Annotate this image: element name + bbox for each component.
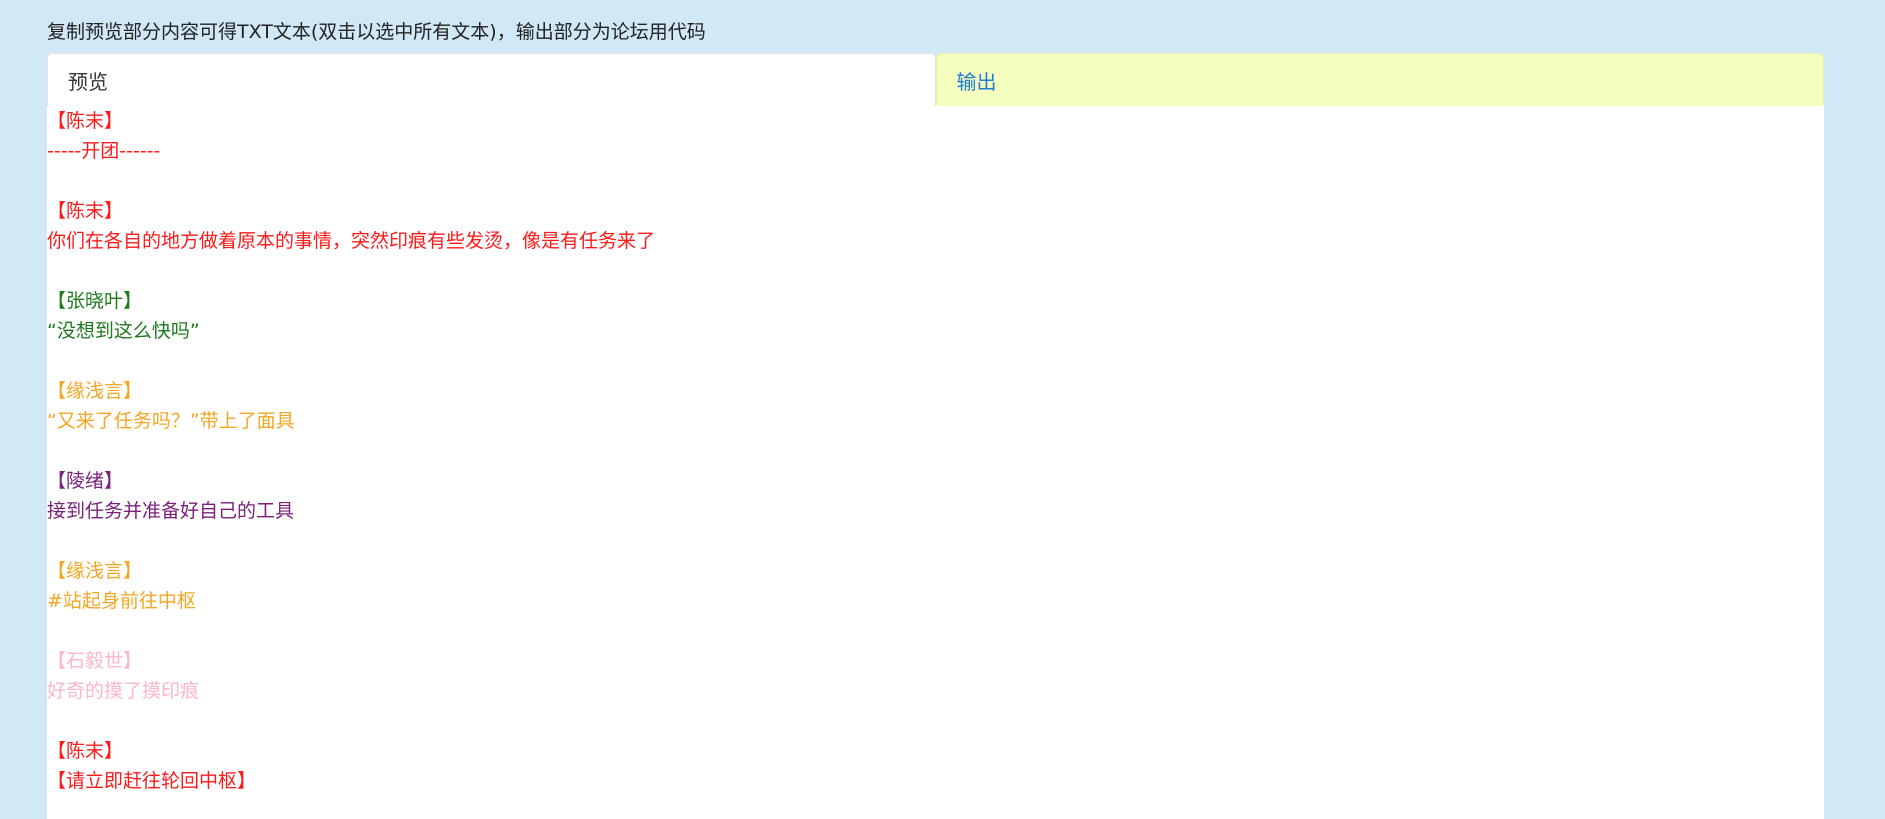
log-line: 接到任务并准备好自己的工具 bbox=[47, 500, 295, 522]
log-line: -----开团------ bbox=[47, 140, 161, 162]
instruction-text: 复制预览部分内容可得TXT文本(双击以选中所有文本)，输出部分为论坛用代码 bbox=[47, 21, 706, 43]
log-entry: 【缘浅言】 “又来了任务吗？”带上了面具 bbox=[47, 376, 1824, 436]
log-entry: 【张晓叶】 “没想到这么快吗” bbox=[47, 286, 1824, 346]
log-entry: 【缘浅言】 #站起身前往中枢 bbox=[47, 556, 1824, 616]
log-line: 【请立即赶往轮回中枢】 bbox=[47, 770, 257, 792]
log-entry: 【陈末】你们在各自的地方做着原本的事情，突然印痕有些发烫，像是有任务来了 bbox=[47, 196, 1824, 256]
log-line: 好奇的摸了摸印痕 bbox=[47, 680, 200, 702]
speaker-name: 【陈末】 bbox=[47, 110, 124, 132]
tab-output[interactable]: 输出 bbox=[935, 53, 1824, 106]
log-line: “没想到这么快吗” bbox=[47, 320, 200, 342]
speaker-name: 【缘浅言】 bbox=[47, 380, 143, 402]
log-line: 你们在各自的地方做着原本的事情，突然印痕有些发烫，像是有任务来了 bbox=[47, 230, 656, 252]
log-line: “又来了任务吗？”带上了面具 bbox=[47, 410, 295, 432]
log-entry: 【陈末】【请立即赶往轮回中枢】 bbox=[47, 736, 1824, 796]
tab-bar: 预览 输出 bbox=[47, 53, 1824, 106]
speaker-name: 【石毅世】 bbox=[47, 650, 143, 672]
log-entry: 【陵绪】接到任务并准备好自己的工具 bbox=[47, 466, 1824, 526]
speaker-name: 【张晓叶】 bbox=[47, 290, 143, 312]
tab-preview[interactable]: 预览 bbox=[47, 53, 936, 106]
speaker-name: 【陈末】 bbox=[47, 740, 124, 762]
log-entry: 【陈末】 -----开团------ bbox=[47, 106, 1824, 166]
speaker-name: 【陈末】 bbox=[47, 200, 124, 222]
preview-content[interactable]: 【陈末】 -----开团------ 【陈末】 你们在各自的地方做着原本的事情，突然印… bbox=[47, 106, 1824, 819]
speaker-name: 【陵绪】 bbox=[47, 470, 124, 492]
log-entry: 【石毅世】好奇的摸了摸印痕 bbox=[47, 646, 1824, 706]
preview-output-panel: 预览 输出 【陈末】 -----开团------ 【陈末】 你们在各自的地方做着原本的… bbox=[47, 53, 1824, 819]
speaker-name: 【缘浅言】 bbox=[47, 560, 143, 582]
log-line: #站起身前往中枢 bbox=[47, 590, 196, 612]
